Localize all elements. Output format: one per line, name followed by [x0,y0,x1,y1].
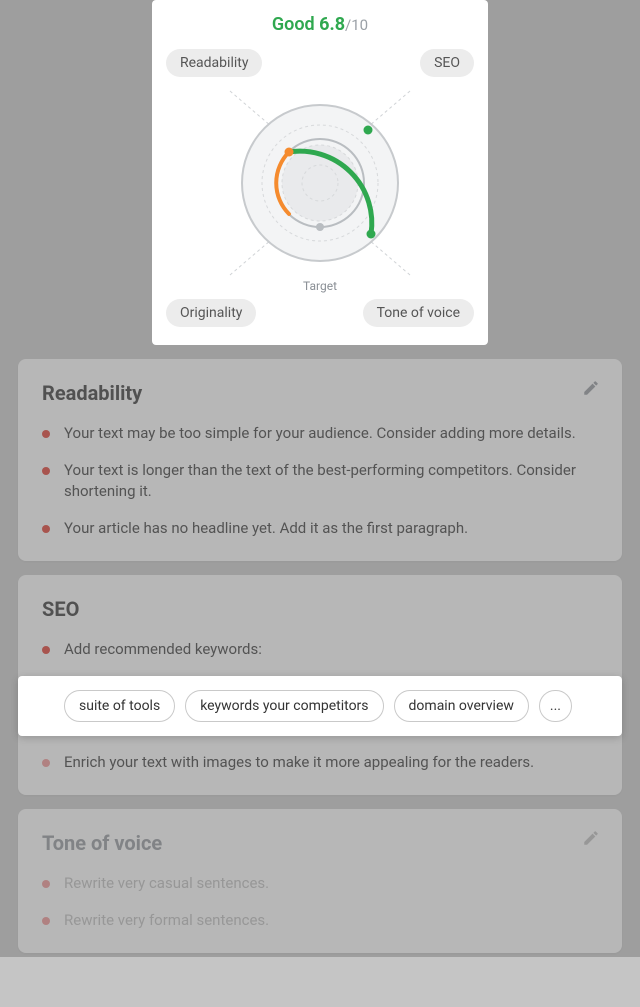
list-item: Add recommended keywords: [42,639,598,660]
item-text: Enrich your text with images to make it … [64,752,534,773]
readability-card: Readability Your text may be too simple … [18,359,622,561]
severity-dot-icon [42,525,50,533]
axis-chip-seo[interactable]: SEO [420,49,474,77]
axis-chip-tone[interactable]: Tone of voice [363,299,474,327]
seo-card: SEO Add recommended keywords: suite of t… [18,575,622,795]
keyword-strip: suite of tools keywords your competitors… [18,676,622,736]
keyword-chip[interactable]: domain overview [394,690,529,722]
item-text: Rewrite very casual sentences. [64,873,269,894]
score-max: /10 [345,16,368,34]
list-item: Your text may be too simple for your aud… [42,423,598,444]
list-item: Rewrite very formal sentences. [42,910,598,931]
score-value-num: 6.8 [319,14,345,35]
seo-title: SEO [42,597,598,621]
list-item: Rewrite very casual sentences. [42,873,598,894]
severity-dot-icon [42,646,50,654]
keyword-chip[interactable]: suite of tools [64,690,175,722]
axis-chip-readability[interactable]: Readability [166,49,262,77]
edit-icon[interactable] [582,379,600,401]
item-text: Your text is longer than the text of the… [64,460,598,502]
tone-title: Tone of voice [42,831,598,855]
list-item: Your text is longer than the text of the… [42,460,598,502]
tone-card: Tone of voice Rewrite very casual senten… [18,809,622,953]
severity-dot-icon [42,880,50,888]
axis-chip-originality[interactable]: Originality [166,299,256,327]
severity-dot-icon [42,759,50,767]
target-label: Target [166,279,474,293]
radar-chart [166,83,474,283]
severity-dot-icon [42,467,50,475]
edit-icon[interactable] [582,829,600,851]
severity-dot-icon [42,917,50,925]
item-text: Add recommended keywords: [64,639,262,660]
list-item: Your article has no headline yet. Add it… [42,518,598,539]
score-label: Good [272,14,315,35]
score-card: Good 6.8/10 Readability SEO [152,0,488,345]
score-line: Good 6.8/10 [166,14,474,35]
keyword-chip[interactable]: keywords your competitors [185,690,383,722]
readability-title: Readability [42,381,598,405]
item-text: Your text may be too simple for your aud… [64,423,576,444]
severity-dot-icon [42,430,50,438]
keyword-more-button[interactable]: ... [539,690,572,722]
item-text: Your article has no headline yet. Add it… [64,518,468,539]
list-item: Enrich your text with images to make it … [42,752,598,773]
item-text: Rewrite very formal sentences. [64,910,269,931]
